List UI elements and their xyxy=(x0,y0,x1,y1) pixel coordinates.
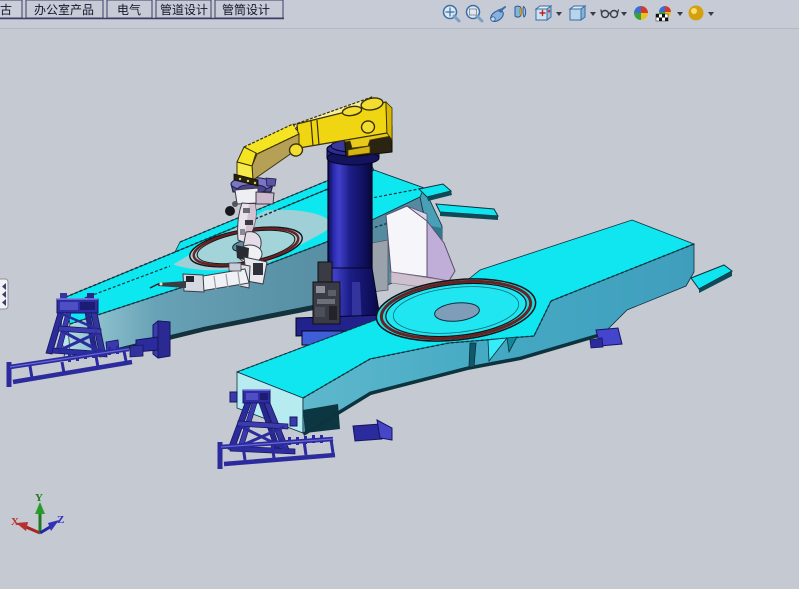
svg-text:电气: 电气 xyxy=(117,2,141,17)
svg-text:办公室产品: 办公室产品 xyxy=(34,2,94,17)
svg-text:管筒设计: 管筒设计 xyxy=(222,2,270,17)
svg-text:古: 古 xyxy=(0,2,12,17)
svg-text:Z: Z xyxy=(57,514,64,526)
svg-text:管道设计: 管道设计 xyxy=(160,2,208,17)
svg-text:Y: Y xyxy=(35,492,43,504)
svg-text:X: X xyxy=(11,516,19,528)
